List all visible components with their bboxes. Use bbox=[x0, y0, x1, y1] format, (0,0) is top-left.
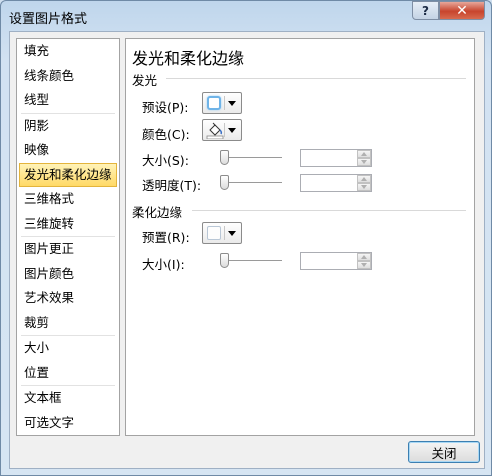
soft-edges-size-spinbox[interactable] bbox=[300, 252, 372, 270]
chevron-down-icon bbox=[228, 231, 236, 236]
nav-item[interactable]: 大小 bbox=[17, 336, 119, 361]
soft-edges-size-label: 大小(I): bbox=[142, 257, 185, 272]
nav-item[interactable]: 图片更正 bbox=[17, 237, 119, 262]
slider-track bbox=[220, 157, 282, 158]
dropdown-divider bbox=[224, 123, 225, 137]
window-close-button[interactable]: ✕ bbox=[439, 1, 485, 20]
spin-up-icon[interactable] bbox=[357, 253, 371, 261]
dropdown-divider bbox=[224, 226, 225, 240]
glow-section-label: 发光 bbox=[132, 73, 158, 88]
nav-item[interactable]: 裁剪 bbox=[17, 311, 119, 336]
glow-color-label: 颜色(C): bbox=[142, 127, 190, 142]
nav-item[interactable]: 线型 bbox=[17, 88, 119, 113]
glow-size-label: 大小(S): bbox=[142, 153, 189, 168]
help-button[interactable]: ? bbox=[412, 1, 439, 20]
nav-item[interactable]: 艺术效果 bbox=[17, 286, 119, 311]
nav-item[interactable]: 发光和柔化边缘 bbox=[19, 162, 117, 187]
settings-panel: 发光和柔化边缘 发光 预设(P): 颜色(C): 大小(S): 透明度(T): … bbox=[125, 38, 475, 436]
glow-preset-label: 预设(P): bbox=[142, 100, 189, 115]
slider-track bbox=[220, 260, 282, 261]
nav-item[interactable]: 三维旋转 bbox=[17, 212, 119, 237]
glow-preset-swatch-icon bbox=[207, 96, 221, 110]
nav-item[interactable]: 三维格式 bbox=[17, 187, 119, 212]
spin-down-icon[interactable] bbox=[357, 261, 371, 269]
glow-transparency-label: 透明度(T): bbox=[142, 178, 202, 193]
nav-item[interactable]: 线条颜色 bbox=[17, 64, 119, 89]
spin-up-icon[interactable] bbox=[357, 150, 371, 158]
glow-size-spinbox[interactable] bbox=[300, 149, 372, 167]
nav-item[interactable]: 文本框 bbox=[17, 386, 119, 411]
chevron-down-icon bbox=[228, 128, 236, 133]
nav-item[interactable]: 映像 bbox=[17, 138, 119, 163]
paint-bucket-icon bbox=[206, 122, 224, 139]
glow-size-slider[interactable] bbox=[220, 149, 282, 167]
help-icon: ? bbox=[422, 3, 429, 18]
section-divider bbox=[192, 210, 466, 211]
slider-thumb[interactable] bbox=[220, 253, 229, 268]
dialog-window: 设置图片格式 ? ✕ 填充 线条颜色 线型 阴影 映像 发光和柔化边缘 三维格式 三维旋转 图片… bbox=[0, 0, 492, 476]
soft-edges-size-slider[interactable] bbox=[220, 252, 282, 270]
glow-transparency-spinbox[interactable] bbox=[300, 174, 372, 192]
nav-item[interactable]: 图片颜色 bbox=[17, 262, 119, 287]
dialog-title: 设置图片格式 bbox=[9, 12, 88, 27]
spin-arrows bbox=[357, 175, 371, 191]
category-list: 填充 线条颜色 线型 阴影 映像 发光和柔化边缘 三维格式 三维旋转 图片更正 图片颜色 艺术效果裁… bbox=[16, 38, 120, 436]
slider-thumb[interactable] bbox=[220, 150, 229, 165]
close-button[interactable]: 关闭 bbox=[408, 441, 480, 463]
slider-thumb[interactable] bbox=[220, 175, 229, 190]
close-icon: ✕ bbox=[456, 2, 468, 19]
nav-item[interactable]: 位置 bbox=[17, 361, 119, 386]
glow-preset-dropdown[interactable] bbox=[202, 92, 242, 114]
spin-arrows bbox=[357, 253, 371, 269]
title-bar: 设置图片格式 ? ✕ bbox=[1, 1, 491, 31]
dialog-body: 填充 线条颜色 线型 阴影 映像 发光和柔化边缘 三维格式 三维旋转 图片更正 图片颜色 艺术效果裁… bbox=[9, 31, 485, 469]
spin-down-icon[interactable] bbox=[357, 158, 371, 166]
dropdown-divider bbox=[224, 96, 225, 110]
soft-edges-section-label: 柔化边缘 bbox=[132, 205, 183, 220]
nav-item[interactable]: 阴影 bbox=[17, 114, 119, 139]
slider-track bbox=[220, 182, 282, 183]
nav-item[interactable]: 可选文字 bbox=[17, 411, 119, 436]
section-divider bbox=[166, 78, 466, 79]
nav-item[interactable]: 填充 bbox=[17, 39, 119, 64]
soft-edges-preset-label: 预置(R): bbox=[142, 230, 190, 245]
soft-edges-preset-swatch-icon bbox=[207, 226, 221, 240]
spin-down-icon[interactable] bbox=[357, 183, 371, 191]
spin-up-icon[interactable] bbox=[357, 175, 371, 183]
glow-color-dropdown[interactable] bbox=[202, 119, 242, 141]
spin-arrows bbox=[357, 150, 371, 166]
chevron-down-icon bbox=[228, 101, 236, 106]
soft-edges-preset-dropdown[interactable] bbox=[202, 222, 242, 244]
glow-transparency-slider[interactable] bbox=[220, 174, 282, 192]
panel-title: 发光和柔化边缘 bbox=[132, 49, 245, 68]
